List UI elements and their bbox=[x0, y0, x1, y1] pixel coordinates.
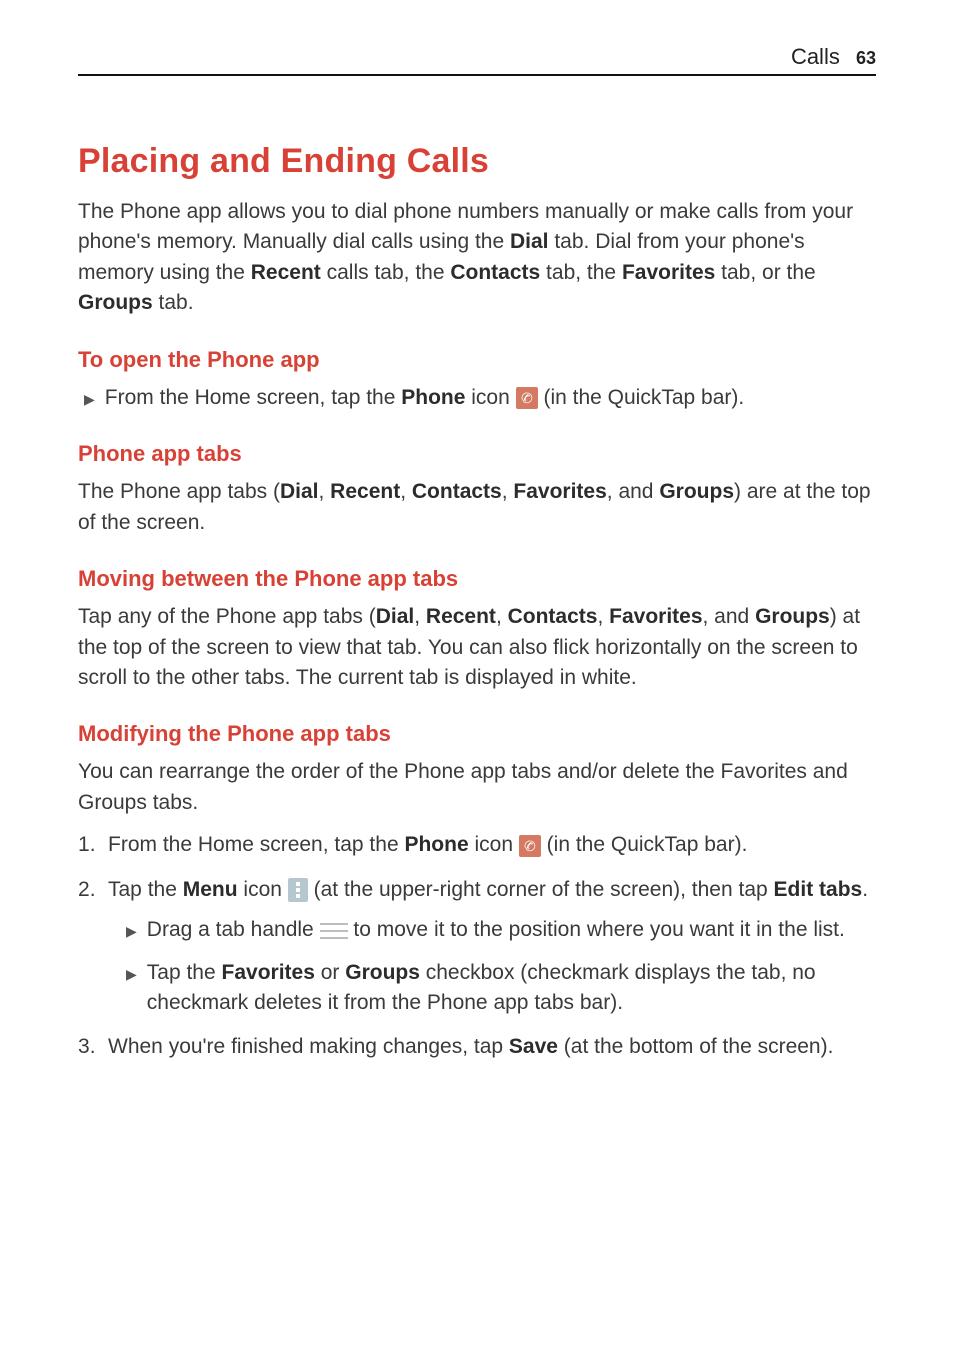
step-2-sub-bullets: ▶ Drag a tab handle to move it to the po… bbox=[108, 915, 876, 1018]
text: , and bbox=[607, 480, 660, 503]
text: Tap the bbox=[147, 961, 222, 984]
text: When you're finished making changes, tap bbox=[108, 1035, 509, 1058]
bold-edit-tabs: Edit tabs bbox=[774, 878, 863, 901]
text: Tap the bbox=[108, 878, 183, 901]
bold-phone: Phone bbox=[401, 386, 465, 409]
bold-favorites: Favorites bbox=[513, 480, 606, 503]
text: , bbox=[414, 605, 426, 628]
page-title: Placing and Ending Calls bbox=[78, 142, 876, 181]
bullet-text: Drag a tab handle to move it to the posi… bbox=[147, 915, 845, 945]
bold-phone: Phone bbox=[404, 833, 468, 856]
phone-icon: ✆ bbox=[516, 387, 538, 409]
bold-favorites: Favorites bbox=[622, 261, 715, 284]
bold-dial: Dial bbox=[280, 480, 319, 503]
bold-contacts: Contacts bbox=[412, 480, 502, 503]
bullet-text: Tap the Favorites or Groups checkbox (ch… bbox=[147, 958, 876, 1019]
heading-modifying-tabs: Modifying the Phone app tabs bbox=[78, 721, 876, 747]
modifying-intro: You can rearrange the order of the Phone… bbox=[78, 757, 876, 818]
text: or bbox=[315, 961, 345, 984]
phone-icon: ✆ bbox=[519, 835, 541, 857]
bold-favorites: Favorites bbox=[609, 605, 702, 628]
menu-icon bbox=[288, 878, 308, 902]
text: Tap any of the Phone app tabs ( bbox=[78, 605, 376, 628]
text: The Phone app tabs ( bbox=[78, 480, 280, 503]
text: icon bbox=[465, 386, 515, 409]
section-name: Calls bbox=[791, 44, 840, 69]
bold-dial: Dial bbox=[376, 605, 415, 628]
sub-bullet-drag: ▶ Drag a tab handle to move it to the po… bbox=[126, 915, 876, 945]
text: , bbox=[400, 480, 412, 503]
bold-dial: Dial bbox=[510, 230, 549, 253]
triangle-bullet-icon: ▶ bbox=[126, 921, 137, 941]
numbered-steps: From the Home screen, tap the Phone icon… bbox=[78, 830, 876, 1063]
moving-tabs-paragraph: Tap any of the Phone app tabs (Dial, Rec… bbox=[78, 602, 876, 693]
tab-handle-icon bbox=[320, 923, 348, 939]
bold-contacts: Contacts bbox=[508, 605, 598, 628]
bold-groups: Groups bbox=[78, 291, 153, 314]
bullet-open-phone: ▶ From the Home screen, tap the Phone ic… bbox=[84, 383, 876, 413]
bold-menu: Menu bbox=[183, 878, 238, 901]
bold-save: Save bbox=[509, 1035, 558, 1058]
page-content: Placing and Ending Calls The Phone app a… bbox=[78, 56, 876, 1063]
heading-phone-app-tabs: Phone app tabs bbox=[78, 441, 876, 467]
text: , bbox=[502, 480, 514, 503]
heading-open-phone-app: To open the Phone app bbox=[78, 347, 876, 373]
text: calls tab, the bbox=[321, 261, 451, 284]
document-page: Calls 63 Placing and Ending Calls The Ph… bbox=[0, 0, 954, 1372]
page-number: 63 bbox=[856, 48, 876, 68]
step-1: From the Home screen, tap the Phone icon… bbox=[78, 830, 876, 860]
text: tab. bbox=[153, 291, 194, 314]
bold-recent: Recent bbox=[330, 480, 400, 503]
bold-groups: Groups bbox=[345, 961, 420, 984]
bold-groups: Groups bbox=[755, 605, 830, 628]
text: tab, or the bbox=[715, 261, 815, 284]
text: Drag a tab handle bbox=[147, 918, 320, 941]
step-3: When you're finished making changes, tap… bbox=[78, 1032, 876, 1062]
text: to move it to the position where you wan… bbox=[348, 918, 845, 941]
heading-moving-tabs: Moving between the Phone app tabs bbox=[78, 566, 876, 592]
step-2: Tap the Menu icon (at the upper-right co… bbox=[78, 875, 876, 1019]
text: tab, the bbox=[540, 261, 622, 284]
text: , bbox=[319, 480, 331, 503]
triangle-bullet-icon: ▶ bbox=[126, 964, 137, 984]
text: From the Home screen, tap the bbox=[108, 833, 404, 856]
text: , and bbox=[703, 605, 756, 628]
text: From the Home screen, tap the bbox=[105, 386, 401, 409]
bold-recent: Recent bbox=[426, 605, 496, 628]
sub-bullet-checkbox: ▶ Tap the Favorites or Groups checkbox (… bbox=[126, 958, 876, 1019]
text: icon bbox=[469, 833, 519, 856]
header-rule bbox=[78, 74, 876, 76]
text: , bbox=[597, 605, 609, 628]
text: (at the bottom of the screen). bbox=[558, 1035, 833, 1058]
bold-contacts: Contacts bbox=[450, 261, 540, 284]
text: (at the upper-right corner of the screen… bbox=[308, 878, 774, 901]
text: , bbox=[496, 605, 508, 628]
text: (in the QuickTap bar). bbox=[538, 386, 745, 409]
bold-groups: Groups bbox=[659, 480, 734, 503]
text: icon bbox=[238, 878, 288, 901]
phone-app-tabs-paragraph: The Phone app tabs (Dial, Recent, Contac… bbox=[78, 477, 876, 538]
triangle-bullet-icon: ▶ bbox=[84, 389, 95, 409]
text: . bbox=[862, 878, 868, 901]
bullet-text: From the Home screen, tap the Phone icon… bbox=[105, 383, 744, 413]
bold-recent: Recent bbox=[251, 261, 321, 284]
page-header: Calls 63 bbox=[791, 44, 876, 70]
text: (in the QuickTap bar). bbox=[541, 833, 748, 856]
bold-favorites: Favorites bbox=[222, 961, 315, 984]
intro-paragraph: The Phone app allows you to dial phone n… bbox=[78, 197, 876, 319]
